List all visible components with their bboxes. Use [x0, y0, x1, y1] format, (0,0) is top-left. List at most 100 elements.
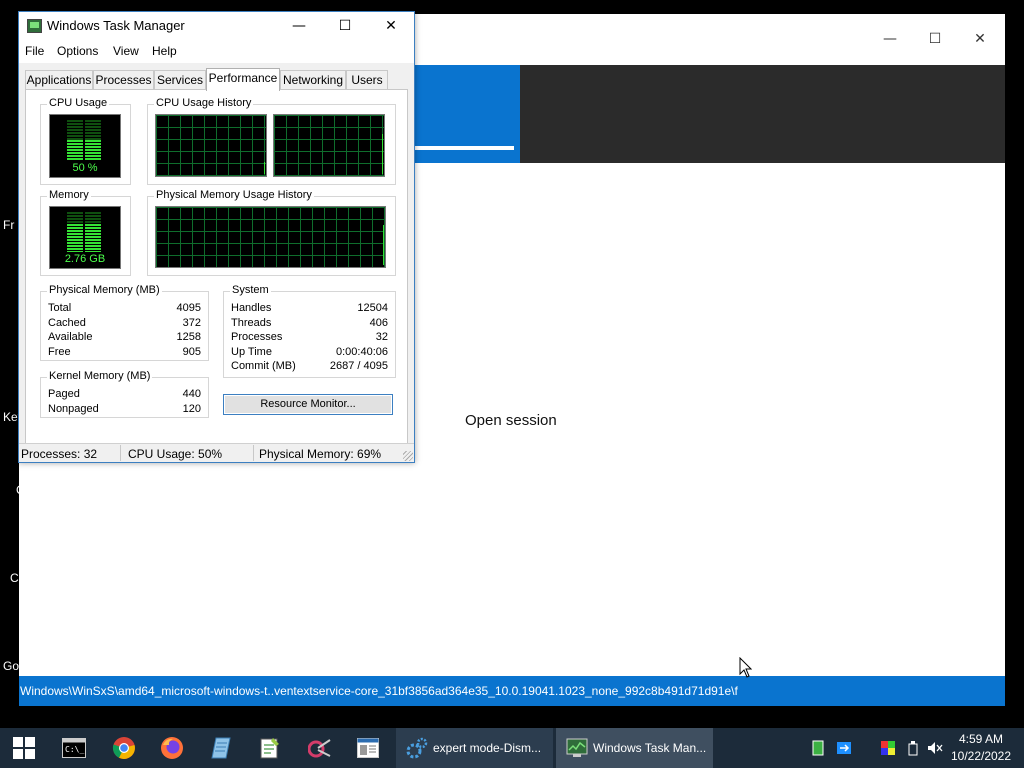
taskbar-app-label: Windows Task Man...	[593, 741, 707, 755]
resource-monitor-button[interactable]: Resource Monitor...	[223, 394, 393, 415]
menu-help[interactable]: Help	[152, 44, 177, 58]
stat-value: 440	[182, 388, 201, 400]
background-maximize-button[interactable]: ☐	[920, 26, 950, 52]
stat-row: Nonpaged 120	[41, 403, 208, 418]
stat-label: Nonpaged	[48, 403, 99, 415]
usb-tray-icon[interactable]	[905, 740, 921, 756]
menu-file[interactable]: File	[25, 44, 44, 58]
system-group: System Handles 12504 Threads 406 Process…	[223, 284, 396, 378]
stat-label: Free	[48, 346, 71, 358]
stat-label: Threads	[231, 317, 272, 329]
stat-label: Handles	[231, 302, 272, 314]
status-processes: Processes: 32	[21, 447, 98, 461]
stat-row: Commit (MB) 2687 / 4095	[224, 360, 395, 375]
stat-value: 120	[182, 403, 201, 415]
app-window-icon[interactable]	[356, 736, 380, 760]
memory-history-title: Physical Memory Usage History	[154, 189, 314, 201]
resize-grip[interactable]	[403, 451, 413, 461]
windows-start-icon[interactable]	[12, 736, 36, 760]
volume-muted-icon[interactable]	[927, 740, 943, 756]
network-share-tray-icon[interactable]	[836, 740, 852, 756]
memory-gauge: 2.76 GB	[49, 206, 121, 269]
stat-label: Cached	[48, 317, 86, 329]
memory-gauge-fill	[67, 224, 101, 252]
cpu-history-graph-core2	[273, 114, 385, 177]
cpu-history-trace	[264, 162, 265, 174]
color-tray-icon[interactable]	[880, 740, 896, 756]
background-close-button[interactable]: ✕	[965, 26, 995, 52]
cpu-history-graph-core1	[155, 114, 267, 177]
command-prompt-icon[interactable]: C:\_	[62, 736, 86, 760]
status-separator	[120, 445, 121, 461]
physical-memory-group: Physical Memory (MB) Total 4095 Cached 3…	[40, 284, 209, 361]
open-session-text[interactable]: Open session	[465, 412, 557, 429]
memory-history-trace	[383, 225, 384, 265]
cpu-usage-title: CPU Usage	[47, 97, 110, 109]
close-button[interactable]: ✕	[368, 12, 414, 41]
tab-performance[interactable]: Performance	[206, 68, 280, 91]
desktop-icon-label[interactable]: Go	[3, 659, 19, 673]
background-status-path: Windows\WinSxS\amd64_microsoft-windows-t…	[19, 676, 1005, 706]
task-manager-icon	[27, 19, 42, 33]
tab-services[interactable]: Services	[154, 70, 206, 90]
taskbar-app-task-manager[interactable]: Windows Task Man...	[556, 728, 713, 768]
window-title: Windows Task Manager	[47, 18, 185, 33]
firefox-icon[interactable]	[160, 736, 184, 760]
stat-label: Total	[48, 302, 72, 314]
task-manager-status-bar: Processes: 32 CPU Usage: 50% Physical Me…	[19, 443, 414, 462]
task-manager-icon	[566, 738, 588, 757]
snipping-tool-icon[interactable]	[308, 736, 332, 760]
cpu-usage-group: CPU Usage 50 %	[40, 97, 131, 185]
stat-row: Paged 440	[41, 388, 208, 403]
stat-row: Total 4095	[41, 302, 208, 317]
memory-group: Memory 2.76 GB	[40, 189, 131, 276]
stat-row: Handles 12504	[224, 302, 395, 317]
memory-title: Memory	[47, 189, 91, 201]
desktop-icon-label[interactable]: Fr	[3, 218, 14, 232]
background-progress-bar	[414, 146, 515, 150]
tab-users[interactable]: Users	[346, 70, 388, 90]
stat-row: Available 1258	[41, 331, 208, 346]
memory-history-graph	[155, 206, 386, 268]
tab-processes[interactable]: Processes	[93, 70, 154, 90]
system-title: System	[230, 284, 271, 296]
memory-history-group: Physical Memory Usage History	[147, 189, 396, 276]
taskbar-app-dism[interactable]: expert mode-Dism...	[396, 728, 553, 768]
notepad-plus-icon[interactable]	[258, 736, 282, 760]
menu-view[interactable]: View	[113, 44, 139, 58]
tab-networking[interactable]: Networking	[280, 70, 346, 90]
chrome-icon[interactable]	[112, 736, 136, 760]
cpu-history-group: CPU Usage History	[147, 97, 396, 185]
status-cpu: CPU Usage: 50%	[128, 447, 223, 461]
stat-value: 32	[375, 331, 388, 343]
stat-value: 12504	[357, 302, 388, 314]
stat-value: 372	[182, 317, 201, 329]
stat-row: Threads 406	[224, 317, 395, 332]
task-manager-titlebar[interactable]: Windows Task Manager — ☐ ✕	[19, 12, 414, 41]
minimize-button[interactable]: —	[276, 12, 322, 41]
kernel-memory-group: Kernel Memory (MB) Paged 440 Nonpaged 12…	[40, 370, 209, 418]
performance-panel: CPU Usage 50 % CPU Usage History Memory	[25, 89, 408, 444]
stat-row: Free 905	[41, 346, 208, 361]
stat-row: Processes 32	[224, 331, 395, 346]
status-memory: Physical Memory: 69%	[259, 447, 382, 461]
svg-text:C:\_: C:\_	[65, 745, 84, 754]
background-minimize-button[interactable]: —	[875, 26, 905, 52]
stat-value: 1258	[176, 331, 201, 343]
menu-options[interactable]: Options	[57, 44, 98, 58]
stat-value: 905	[182, 346, 201, 358]
cpu-gauge-fill	[67, 140, 101, 160]
maximize-button[interactable]: ☐	[322, 12, 368, 41]
tab-applications[interactable]: Applications	[25, 70, 93, 90]
menu-bar: File Options View Help	[19, 41, 414, 63]
notepad-icon[interactable]	[209, 736, 233, 760]
stat-value: 2687 / 4095	[329, 360, 388, 372]
cpu-usage-value: 50 %	[72, 162, 98, 174]
taskbar-clock[interactable]: 4:59 AM 10/22/2022	[944, 731, 1018, 765]
cpu-history-trace	[382, 134, 383, 174]
cpu-history-title: CPU Usage History	[154, 97, 254, 109]
stat-label: Available	[48, 331, 93, 343]
taskbar-app-label: expert mode-Dism...	[433, 741, 542, 755]
gear-icon	[406, 737, 428, 759]
battery-tray-icon[interactable]	[810, 740, 826, 756]
